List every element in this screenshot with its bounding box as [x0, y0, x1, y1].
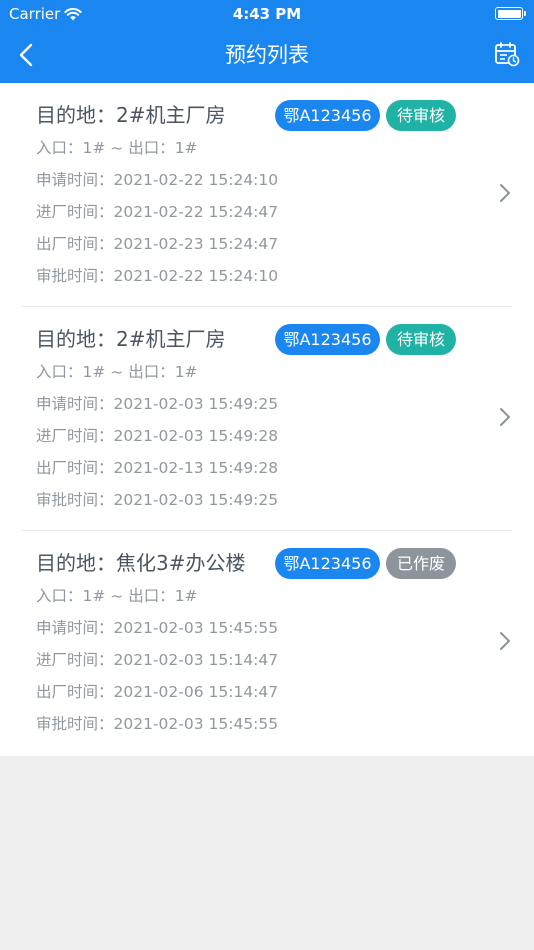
battery-icon: [495, 7, 526, 20]
status-badge: 待审核: [386, 100, 456, 131]
destination-label: 目的地：焦化3#办公楼: [36, 551, 246, 575]
reservation-card[interactable]: 目的地：焦化3#办公楼 鄂A123456 已作废 入口：1# ~ 出口：1# 申…: [0, 531, 534, 755]
approve-time: 审批时间：2021-02-03 15:49:25: [36, 491, 279, 509]
reservation-card[interactable]: 目的地：2#机主厂房 鄂A123456 待审核 入口：1# ~ 出口：1# 申请…: [0, 83, 534, 307]
enter-time: 进厂时间：2021-02-03 15:14:47: [36, 651, 279, 669]
approve-time: 审批时间：2021-02-03 15:45:55: [36, 715, 279, 733]
calendar-icon[interactable]: [494, 41, 520, 67]
status-badge: 已作废: [386, 548, 456, 579]
chevron-right-icon: [500, 408, 510, 426]
status-badge: 待审核: [386, 324, 456, 355]
apply-time: 申请时间：2021-02-03 15:49:25: [36, 395, 279, 413]
gates-info: 入口：1# ~ 出口：1#: [36, 587, 198, 605]
plate-badge: 鄂A123456: [275, 324, 380, 355]
enter-time: 进厂时间：2021-02-03 15:49:28: [36, 427, 279, 445]
chevron-right-icon: [500, 184, 510, 202]
gates-info: 入口：1# ~ 出口：1#: [36, 139, 198, 157]
destination-label: 目的地：2#机主厂房: [36, 103, 226, 127]
apply-time: 申请时间：2021-02-03 15:45:55: [36, 619, 279, 637]
approve-time: 审批时间：2021-02-22 15:24:10: [36, 267, 279, 285]
enter-time: 进厂时间：2021-02-22 15:24:47: [36, 203, 279, 221]
clock: 4:43 PM: [232, 5, 302, 23]
status-bar: Carrier 4:43 PM: [0, 0, 534, 28]
exit-time: 出厂时间：2021-02-13 15:49:28: [36, 459, 279, 477]
plate-badge: 鄂A123456: [275, 100, 380, 131]
page-title: 预约列表: [225, 43, 309, 67]
reservation-card[interactable]: 目的地：2#机主厂房 鄂A123456 待审核 入口：1# ~ 出口：1# 申请…: [0, 307, 534, 531]
exit-time: 出厂时间：2021-02-23 15:24:47: [36, 235, 279, 253]
exit-time: 出厂时间：2021-02-06 15:14:47: [36, 683, 279, 701]
apply-time: 申请时间：2021-02-22 15:24:10: [36, 171, 279, 189]
chevron-right-icon: [500, 632, 510, 650]
reservation-list: 目的地：2#机主厂房 鄂A123456 待审核 入口：1# ~ 出口：1# 申请…: [0, 83, 534, 756]
gates-info: 入口：1# ~ 出口：1#: [36, 363, 198, 381]
plate-badge: 鄂A123456: [275, 548, 380, 579]
nav-header: Carrier 4:43 PM 预约列表: [0, 0, 534, 83]
destination-label: 目的地：2#机主厂房: [36, 327, 226, 351]
